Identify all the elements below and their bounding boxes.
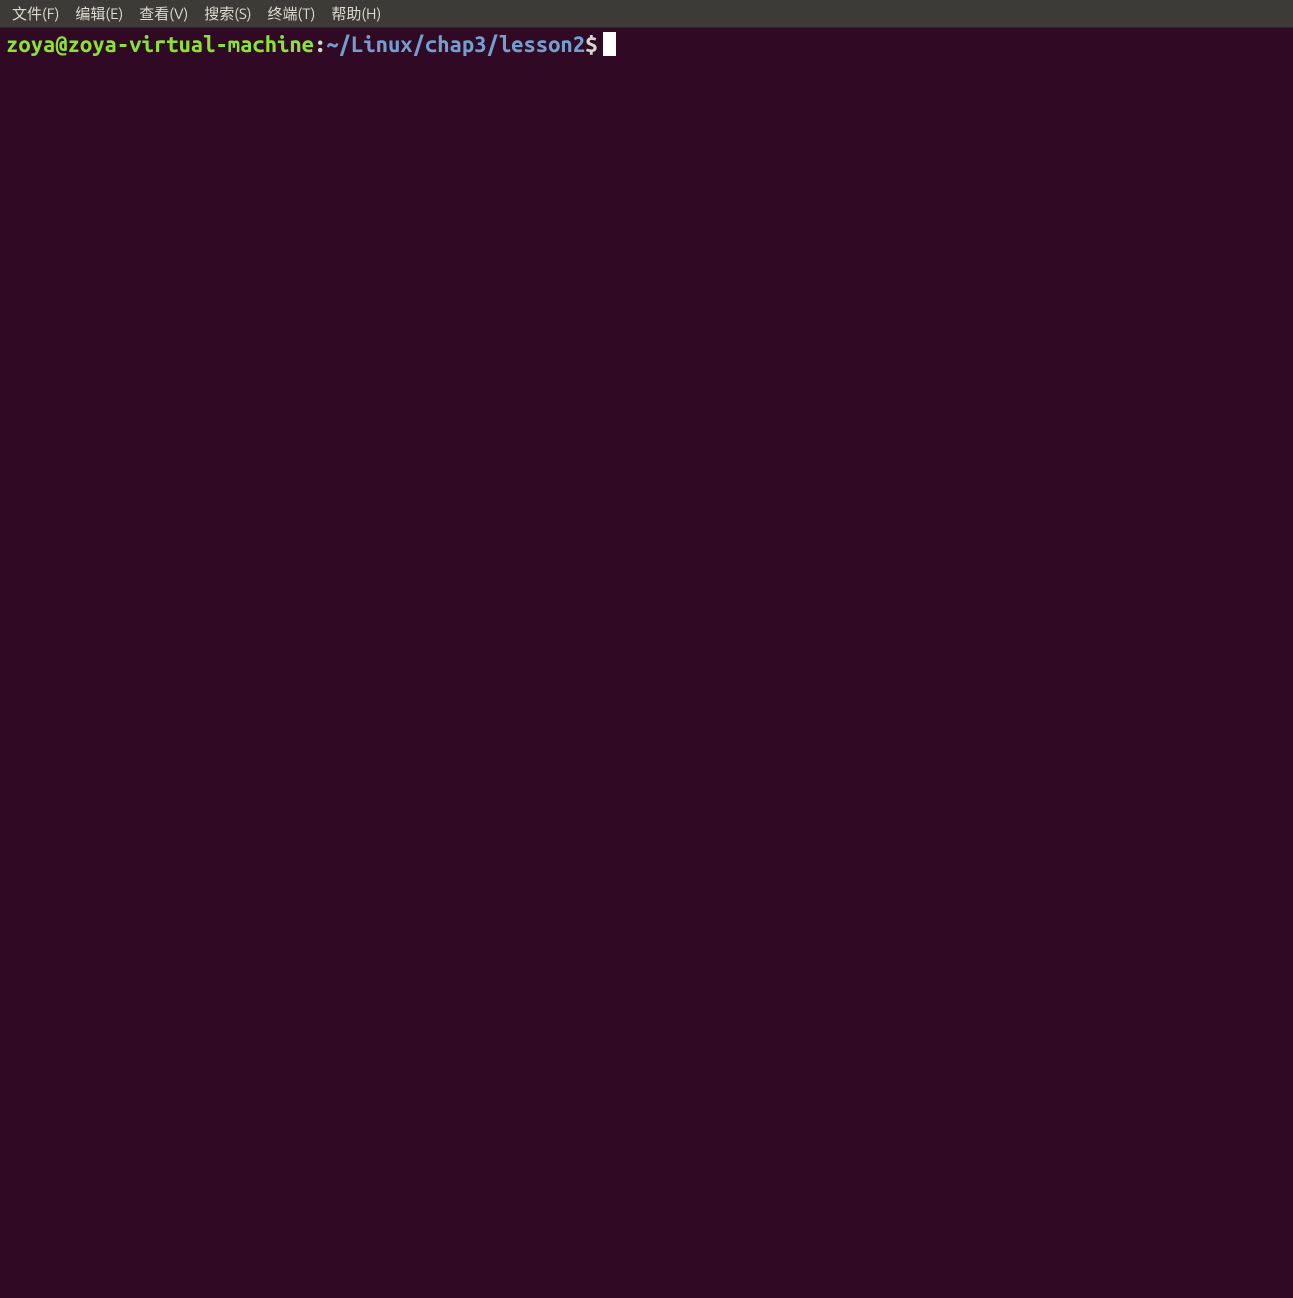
menu-terminal[interactable]: 终端(T) bbox=[260, 0, 324, 27]
cursor bbox=[603, 32, 616, 56]
menu-view[interactable]: 查看(V) bbox=[131, 0, 196, 27]
menu-help[interactable]: 帮助(H) bbox=[323, 0, 389, 27]
menu-search[interactable]: 搜索(S) bbox=[196, 0, 259, 27]
terminal-area[interactable]: zoya@zoya-virtual-machine:~/Linux/chap3/… bbox=[0, 28, 1293, 1298]
prompt-colon: : bbox=[314, 32, 326, 57]
prompt-user-host: zoya@zoya-virtual-machine bbox=[6, 32, 314, 57]
menubar: 文件(F) 编辑(E) 查看(V) 搜索(S) 终端(T) 帮助(H) bbox=[0, 0, 1293, 28]
menu-edit[interactable]: 编辑(E) bbox=[67, 0, 131, 27]
prompt-path: ~/Linux/chap3/lesson2 bbox=[326, 32, 585, 57]
prompt-dollar: $ bbox=[585, 32, 597, 57]
menu-file[interactable]: 文件(F) bbox=[4, 0, 67, 27]
